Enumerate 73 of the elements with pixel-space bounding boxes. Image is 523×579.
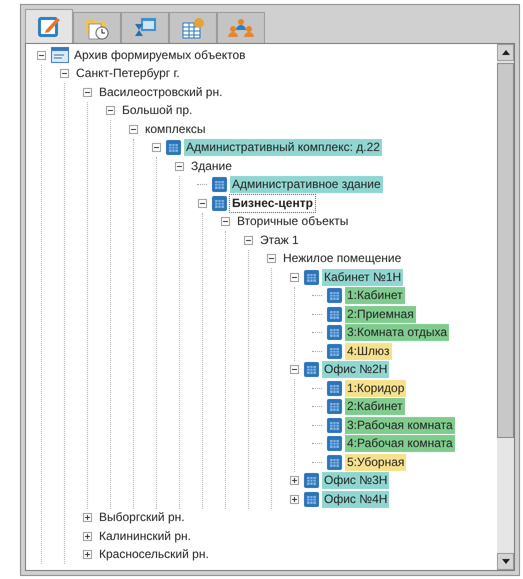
grid-icon [327, 436, 342, 452]
tree-item[interactable]: 3:Комната отдыха [345, 324, 450, 342]
collapse-toggle[interactable] [128, 124, 138, 134]
grid-icon [327, 288, 342, 304]
collapse-toggle[interactable] [220, 217, 230, 226]
tree-item[interactable]: Вторичные объекты [235, 213, 350, 230]
window-icon [51, 47, 69, 64]
collapse-toggle[interactable] [244, 236, 252, 245]
grid-icon [304, 270, 319, 285]
collapse-toggle[interactable] [152, 143, 160, 152]
tree-item[interactable]: Этаж 1 [258, 232, 301, 249]
expand-toggle[interactable] [82, 532, 92, 541]
tab[interactable] [169, 12, 217, 43]
tree-item[interactable]: Кабинет №1Н [322, 268, 404, 286]
tab[interactable] [121, 12, 169, 43]
grid-icon [304, 362, 319, 378]
collapse-toggle[interactable] [60, 69, 68, 78]
collapse-toggle[interactable] [82, 88, 92, 97]
scroll-down-button[interactable] [497, 553, 514, 570]
collapse-toggle[interactable] [36, 50, 46, 60]
down-arrow-icon [502, 559, 510, 564]
tree-item[interactable]: Нежилое помещение [281, 250, 404, 268]
expand-toggle[interactable] [82, 513, 92, 522]
grid-icon [327, 325, 342, 340]
grid-icon [304, 473, 319, 488]
collapse-toggle[interactable] [266, 254, 276, 264]
tab[interactable] [25, 9, 73, 43]
tree-item[interactable]: Архив формируемых объектов [72, 46, 248, 64]
tree-item[interactable]: Калининский рн. [97, 528, 193, 545]
grid-icon [327, 380, 342, 396]
tree-item[interactable]: Административное здание [230, 176, 383, 194]
tree-item[interactable]: 1:Кабинет [345, 287, 405, 304]
scroll-thumb[interactable] [497, 63, 514, 438]
tree-item[interactable]: 3:Рабочая комната [345, 416, 455, 434]
collapse-toggle[interactable] [290, 365, 298, 374]
tree-item[interactable]: Выборгский рн. [97, 509, 187, 526]
tab[interactable] [73, 12, 121, 43]
grid-icon [327, 454, 342, 470]
tree-item[interactable]: Бизнес-центр [230, 194, 315, 212]
scrollbar[interactable] [497, 44, 514, 570]
tree-item[interactable]: Красносельский рн. [97, 546, 211, 564]
up-arrow-icon [502, 50, 510, 55]
tree-item[interactable]: Офис №3Н [322, 472, 390, 490]
expand-toggle[interactable] [290, 494, 298, 504]
tree-item[interactable]: 1:Коридор [345, 380, 406, 397]
tree-item[interactable]: Большой пр. [120, 102, 194, 120]
tree-item[interactable]: Санкт-Петербург г. [74, 65, 182, 82]
collapse-toggle[interactable] [198, 198, 206, 208]
tree-item[interactable]: 2:Кабинет [345, 398, 405, 416]
grid-icon [304, 492, 319, 507]
scroll-up-button[interactable] [497, 44, 514, 61]
tree-item[interactable]: комплексы [143, 120, 208, 138]
tree-item[interactable]: Офис №4Н [322, 490, 390, 508]
grid-icon [166, 140, 181, 156]
grid-icon [327, 418, 342, 433]
tree-item[interactable]: Здание [189, 158, 234, 175]
grid-icon [327, 399, 342, 414]
tree-item[interactable]: Офис №2Н [322, 361, 390, 378]
collapse-toggle[interactable] [106, 106, 114, 116]
collapse-toggle[interactable] [290, 272, 298, 282]
grid-icon [212, 196, 227, 211]
tree-item[interactable]: 4:Шлюз [345, 342, 392, 360]
tree-item[interactable]: 4:Рабочая комната [345, 435, 455, 452]
expand-toggle[interactable] [82, 550, 92, 560]
tree-item[interactable]: Административный комплекс: д.22 [184, 139, 382, 156]
grid-icon [327, 306, 342, 322]
tree-item[interactable]: Василеостровский рн. [97, 84, 224, 101]
grid-icon [327, 344, 342, 359]
grid-icon [212, 177, 227, 192]
expand-toggle[interactable] [290, 476, 298, 486]
tree-item[interactable]: 2:Приемная [345, 306, 416, 323]
tree-item[interactable]: 5:Уборная [345, 454, 406, 471]
collapse-toggle[interactable] [174, 162, 184, 171]
